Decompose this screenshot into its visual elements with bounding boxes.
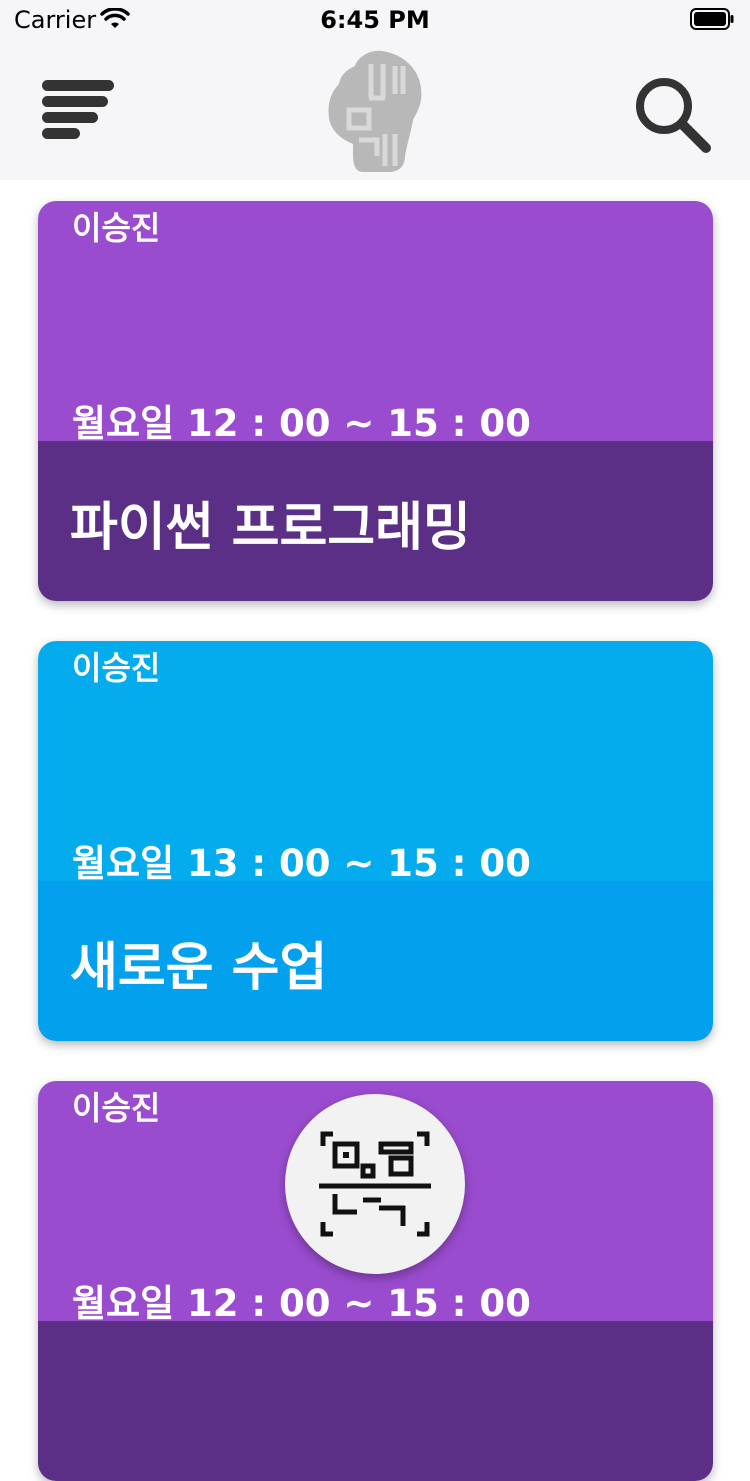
- battery-icon: [690, 8, 734, 30]
- qr-scan-icon: [319, 1131, 431, 1237]
- professor-name: 이승진: [72, 209, 161, 247]
- class-time: 월요일 13 : 00 ~ 15 : 00: [72, 842, 531, 885]
- clock-label: 6:45 PM: [320, 6, 430, 34]
- course-card-footer: 파이썬 프로그래밍: [38, 441, 713, 601]
- class-time: 월요일 12 : 00 ~ 15 : 00: [72, 402, 531, 445]
- professor-name: 이승진: [72, 1089, 161, 1127]
- course-card[interactable]: 파이썬 프로그래밍 이승진 월요일 12 : 00 ~ 15 : 00: [38, 201, 713, 601]
- course-title: 파이썬 프로그래밍: [70, 498, 471, 558]
- professor-name: 이승진: [72, 649, 161, 687]
- hamburger-menu-icon[interactable]: [40, 76, 116, 142]
- brain-logo-icon: [325, 48, 425, 174]
- search-icon[interactable]: [632, 74, 714, 156]
- course-card-footer: 새로운 수업: [38, 881, 713, 1041]
- class-time: 월요일 12 : 00 ~ 15 : 00: [72, 1282, 531, 1325]
- navigation-bar: [0, 40, 750, 180]
- status-bar: Carrier 6:45 PM: [0, 0, 750, 40]
- course-card[interactable]: 새로운 수업 이승진 월요일 13 : 00 ~ 15 : 00: [38, 641, 713, 1041]
- qr-scan-button[interactable]: [285, 1094, 465, 1274]
- course-card-footer: [38, 1321, 713, 1481]
- course-title: 새로운 수업: [70, 938, 328, 998]
